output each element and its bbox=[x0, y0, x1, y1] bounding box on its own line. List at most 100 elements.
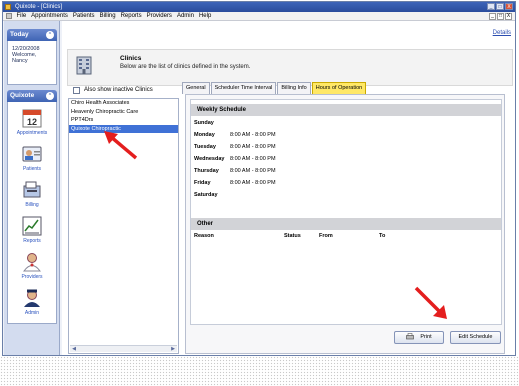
other-columns: Reason Status From To bbox=[194, 233, 499, 239]
nav-reports-label: Reports bbox=[23, 238, 41, 244]
page-header: Clinics Below are the list of clinics de… bbox=[67, 49, 513, 86]
day-label: Tuesday bbox=[194, 144, 216, 150]
tab-strip: General Scheduler Time Interval Billing … bbox=[182, 82, 367, 94]
mdi-close-button[interactable]: X bbox=[505, 13, 512, 20]
collapse-icon[interactable]: ⌃ bbox=[46, 92, 54, 100]
day-label: Sunday bbox=[194, 120, 214, 126]
schedule-row-thursday: Thursday 8:00 AM - 8:00 PM bbox=[194, 166, 276, 176]
weekly-schedule-header: Weekly Schedule bbox=[191, 104, 501, 116]
calendar-icon: 12 bbox=[22, 108, 42, 128]
app-window: Quixote - [Clinics] _ □ X File Appointme… bbox=[2, 1, 516, 356]
menu-billing[interactable]: Billing bbox=[97, 12, 118, 21]
schedule-row-saturday: Saturday bbox=[194, 190, 230, 200]
nav-reports[interactable]: Reports bbox=[8, 216, 56, 244]
close-button[interactable]: X bbox=[505, 3, 513, 10]
day-label: Saturday bbox=[194, 192, 218, 198]
clinic-list[interactable]: Chiro Health Associates Heavenly Chiropr… bbox=[68, 98, 179, 354]
svg-text:12: 12 bbox=[27, 117, 37, 127]
show-inactive-label: Also show inactive Clinics bbox=[84, 87, 153, 93]
menu-patients[interactable]: Patients bbox=[70, 12, 97, 21]
nav-billing[interactable]: Billing bbox=[8, 180, 56, 208]
day-label: Thursday bbox=[194, 168, 219, 174]
mdi-minimize-button[interactable]: _ bbox=[489, 13, 496, 20]
clinic-list-item-selected[interactable]: Quixote Chiropractic bbox=[69, 124, 178, 133]
show-inactive-toggle[interactable]: Also show inactive Clinics bbox=[73, 85, 153, 95]
other-header: Other bbox=[191, 218, 501, 230]
quixote-header-label: Quixote bbox=[10, 92, 35, 99]
nav-patients[interactable]: Patients bbox=[8, 144, 56, 172]
day-hours: 8:00 AM - 8:00 PM bbox=[230, 144, 276, 150]
show-inactive-checkbox[interactable] bbox=[73, 86, 80, 94]
tab-scheduler-time-interval[interactable]: Scheduler Time Interval bbox=[210, 82, 277, 94]
today-header-label: Today bbox=[10, 31, 29, 38]
title-bar: Quixote - [Clinics] _ □ X bbox=[3, 2, 515, 12]
day-label: Wednesday bbox=[194, 156, 225, 162]
schedule-area: Weekly Schedule Sunday Monday 8:00 AM - 8… bbox=[190, 99, 502, 325]
schedule-row-friday: Friday 8:00 AM - 8:00 PM bbox=[194, 178, 276, 188]
nav-billing-label: Billing bbox=[25, 202, 39, 208]
maximize-button[interactable]: □ bbox=[496, 3, 504, 10]
day-hours: 8:00 AM - 8:00 PM bbox=[230, 168, 276, 174]
column-reason: Reason bbox=[194, 233, 214, 239]
menu-bar: File Appointments Patients Billing Repor… bbox=[3, 12, 515, 21]
page-description: Below are the list of clinics defined in… bbox=[120, 64, 251, 70]
provider-icon bbox=[22, 252, 42, 272]
column-status: Status bbox=[284, 233, 301, 239]
nav-providers-label: Providers bbox=[21, 274, 43, 280]
window-title: Quixote - [Clinics] bbox=[15, 4, 63, 10]
menu-file[interactable]: File bbox=[14, 12, 29, 21]
menu-providers[interactable]: Providers bbox=[144, 12, 174, 21]
tab-billing-info[interactable]: Billing Info bbox=[277, 82, 311, 94]
day-hours: 8:00 AM - 8:00 PM bbox=[230, 156, 276, 162]
menu-reports[interactable]: Reports bbox=[118, 12, 144, 21]
day-label: Friday bbox=[194, 180, 211, 186]
printer-icon bbox=[406, 333, 415, 340]
day-hours: 8:00 AM - 8:00 PM bbox=[230, 132, 276, 138]
today-header[interactable]: Today ⌃ bbox=[7, 29, 57, 41]
print-label: Print bbox=[420, 334, 432, 340]
day-hours: 8:00 AM - 8:00 PM bbox=[230, 180, 276, 186]
schedule-row-sunday: Sunday bbox=[194, 118, 230, 128]
nav-admin-label: Admin bbox=[24, 310, 40, 316]
details-link[interactable]: Details bbox=[493, 30, 511, 36]
edit-schedule-label: Edit Schedule bbox=[458, 334, 493, 340]
menu-appointments[interactable]: Appointments bbox=[29, 12, 71, 21]
clinic-building-icon bbox=[74, 55, 94, 75]
nav-patients-label: Patients bbox=[22, 166, 42, 172]
chart-report-icon bbox=[22, 216, 42, 236]
schedule-row-tuesday: Tuesday 8:00 AM - 8:00 PM bbox=[194, 142, 276, 152]
clinic-list-item[interactable]: Chiro Health Associates bbox=[69, 99, 178, 108]
tab-general[interactable]: General bbox=[182, 82, 210, 94]
scroll-right-icon[interactable]: ▶ bbox=[170, 347, 176, 352]
patient-card-icon bbox=[22, 144, 42, 164]
nav-appointments[interactable]: 12 Appointments bbox=[8, 108, 56, 136]
schedule-row-wednesday: Wednesday 8:00 AM - 8:00 PM bbox=[194, 154, 276, 164]
print-button[interactable]: Print bbox=[394, 331, 444, 344]
clinic-list-item[interactable]: PPT4Drs bbox=[69, 116, 178, 125]
scroll-left-icon[interactable]: ◀ bbox=[71, 347, 77, 352]
collapse-icon[interactable]: ⌃ bbox=[46, 31, 54, 39]
user-name: Nancy bbox=[12, 58, 28, 64]
column-from: From bbox=[319, 233, 333, 239]
admin-icon bbox=[22, 288, 42, 308]
nav-admin[interactable]: Admin bbox=[8, 288, 56, 316]
mdi-restore-button[interactable]: □ bbox=[497, 13, 504, 20]
clinic-list-item[interactable]: Heavenly Chiropractic Care bbox=[69, 108, 178, 117]
window-controls: _ □ X bbox=[487, 3, 513, 10]
day-label: Monday bbox=[194, 132, 215, 138]
document-icon bbox=[6, 13, 12, 19]
menu-admin[interactable]: Admin bbox=[174, 12, 196, 21]
dotted-background bbox=[0, 356, 519, 386]
edit-schedule-button[interactable]: Edit Schedule bbox=[450, 331, 501, 344]
nav-providers[interactable]: Providers bbox=[8, 252, 56, 280]
minimize-button[interactable]: _ bbox=[487, 3, 495, 10]
today-panel: 12/20/2008 Welcome, Nancy bbox=[7, 41, 57, 85]
app-icon bbox=[5, 4, 11, 10]
menu-help[interactable]: Help bbox=[196, 12, 213, 21]
quixote-header[interactable]: Quixote ⌃ bbox=[7, 90, 57, 102]
left-navigation: Today ⌃ 12/20/2008 Welcome, Nancy Quixot… bbox=[4, 21, 60, 355]
screenshot: Quixote - [Clinics] _ □ X File Appointme… bbox=[0, 0, 519, 386]
tab-hours-of-operation[interactable]: Hours of Operation bbox=[311, 82, 367, 94]
horizontal-scrollbar[interactable]: ◀ ▶ bbox=[70, 345, 177, 352]
schedule-row-monday: Monday 8:00 AM - 8:00 PM bbox=[194, 130, 276, 140]
